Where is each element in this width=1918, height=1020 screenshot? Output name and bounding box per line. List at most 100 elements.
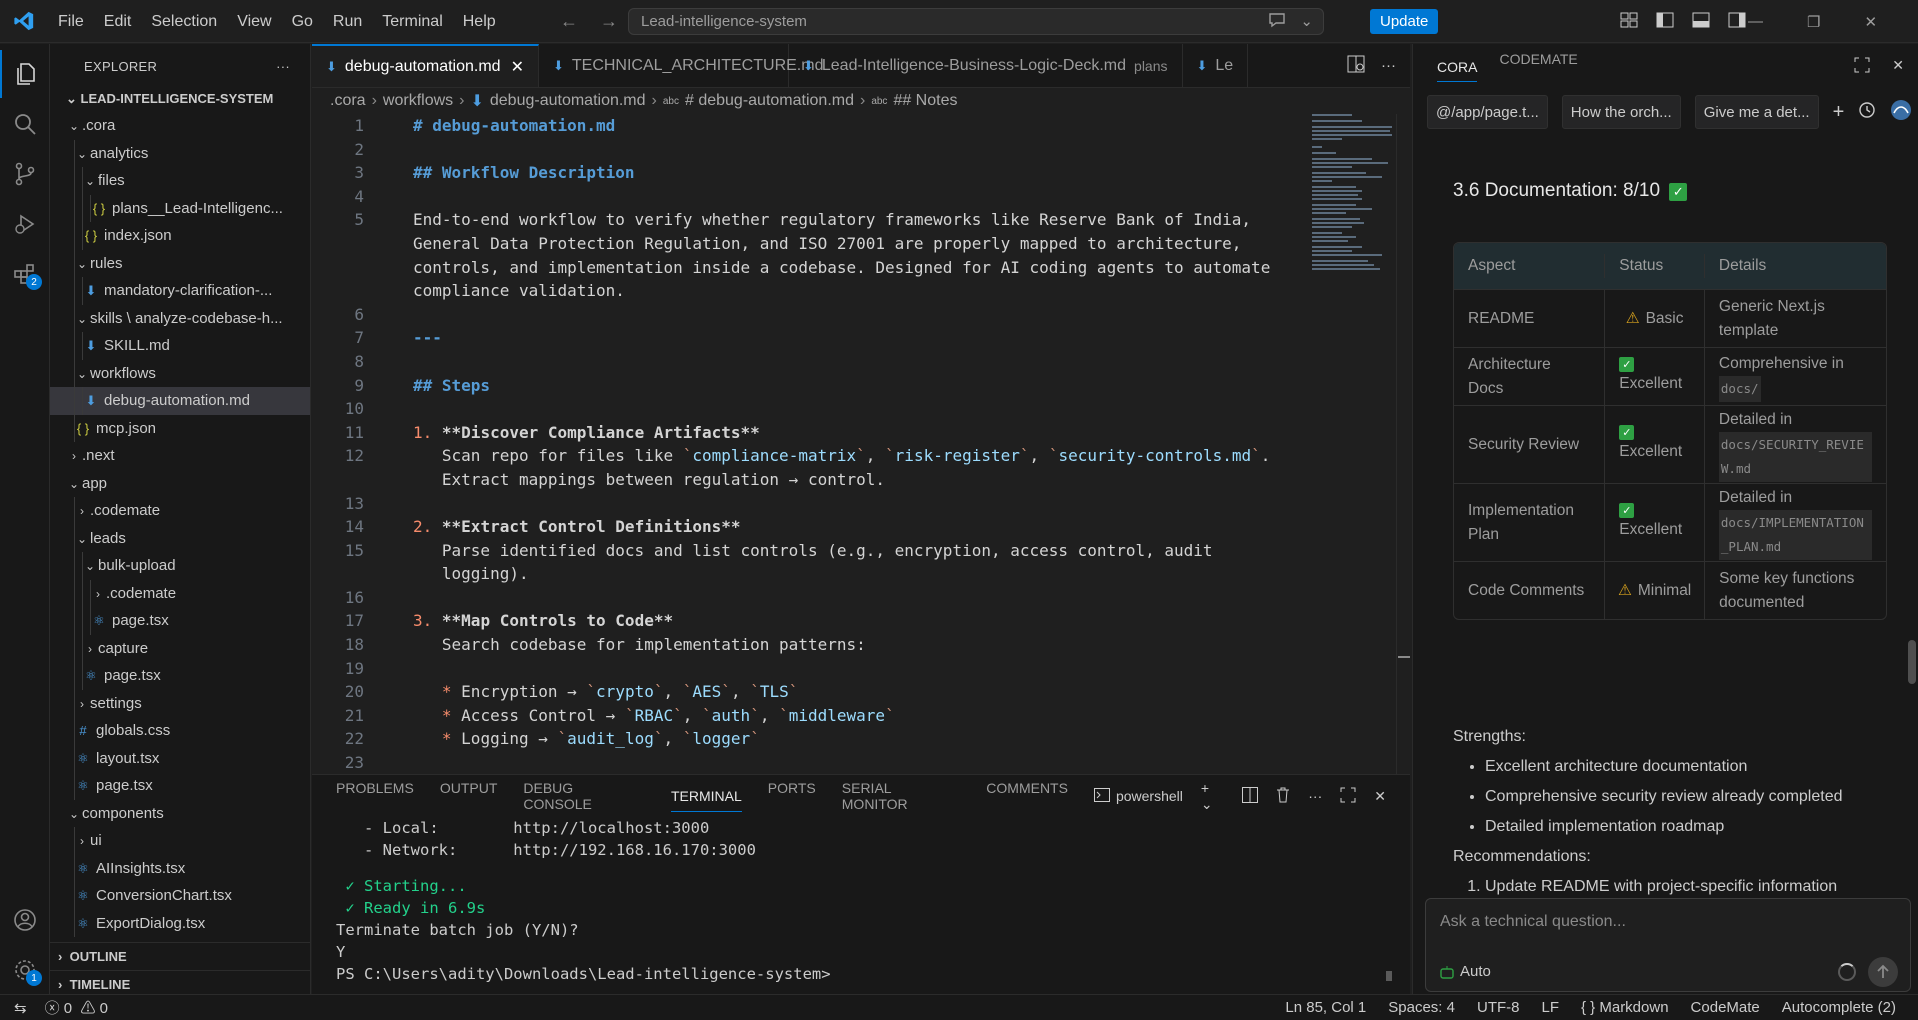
problems-indicator[interactable]: ⓧ 0 ⚠ 0: [45, 997, 108, 1018]
more-actions-icon[interactable]: ···: [1308, 788, 1322, 804]
account-icon[interactable]: [0, 896, 50, 944]
shell-label[interactable]: powershell: [1116, 788, 1183, 804]
run-debug-icon[interactable]: [0, 200, 50, 248]
toggle-secondary-sidebar-icon[interactable]: [1728, 12, 1746, 32]
tree-item[interactable]: › .next: [50, 442, 310, 470]
tree-item[interactable]: ⌄ workflows: [50, 359, 310, 387]
command-center[interactable]: Lead-intelligence-system ⌄: [628, 8, 1324, 35]
outline-section[interactable]: › OUTLINE: [50, 942, 310, 969]
panel-tab-debug-console[interactable]: DEBUG CONSOLE: [523, 780, 645, 812]
tree-item[interactable]: ⬇ SKILL.md: [50, 332, 310, 360]
search-icon[interactable]: [0, 100, 50, 148]
menu-file[interactable]: File: [48, 0, 94, 43]
split-terminal-icon[interactable]: [1242, 786, 1259, 806]
trash-icon[interactable]: [1276, 787, 1290, 806]
menu-view[interactable]: View: [227, 0, 281, 43]
more-actions-icon[interactable]: ···: [276, 59, 290, 74]
tree-item[interactable]: ⚛ ConversionChart.tsx: [50, 882, 310, 910]
remote-icon[interactable]: ⇆: [14, 999, 27, 1017]
extensions-icon[interactable]: 2: [0, 250, 50, 298]
panel-tab-terminal[interactable]: TERMINAL: [670, 788, 742, 812]
chat-tab-codemate[interactable]: CODEMATE: [1499, 51, 1577, 82]
panel-tab-serial-monitor[interactable]: SERIAL MONITOR: [842, 780, 961, 812]
tree-item[interactable]: ⌄ bulk-upload: [50, 552, 310, 580]
chat-input-placeholder[interactable]: Ask a technical question...: [1440, 913, 1626, 931]
chat-input-box[interactable]: Ask a technical question... Auto: [1425, 898, 1911, 992]
maximize-panel-icon[interactable]: [1340, 787, 1356, 806]
explorer-icon[interactable]: [0, 50, 50, 98]
tree-item[interactable]: ⚛ page.tsx: [50, 662, 310, 690]
status-item[interactable]: LF: [1541, 999, 1559, 1016]
tree-item[interactable]: ⌄ files: [50, 167, 310, 195]
source-control-icon[interactable]: [0, 150, 50, 198]
tree-item[interactable]: ⬇ mandatory-clarification-...: [50, 277, 310, 305]
terminal-output[interactable]: - Local: http://localhost:3000 - Network…: [312, 817, 1410, 985]
tree-item[interactable]: › settings: [50, 689, 310, 717]
minimize-icon[interactable]: —: [1748, 13, 1763, 30]
toggle-panel-icon[interactable]: [1692, 12, 1710, 32]
tree-item[interactable]: ⌄ rules: [50, 249, 310, 277]
tree-item[interactable]: ⌄ leads: [50, 524, 310, 552]
new-chat-icon[interactable]: +: [1833, 101, 1845, 124]
status-item[interactable]: Spaces: 4: [1388, 999, 1455, 1016]
menu-go[interactable]: Go: [282, 0, 323, 43]
more-actions-icon[interactable]: ···: [1381, 57, 1396, 74]
open-preview-icon[interactable]: [1347, 55, 1365, 77]
panel-tab-comments[interactable]: COMMENTS: [986, 780, 1068, 812]
context-chip[interactable]: How the orch...: [1561, 95, 1681, 129]
forward-arrow-icon[interactable]: →: [600, 11, 618, 32]
context-chip[interactable]: @/app/page.t...: [1427, 95, 1548, 129]
tree-item[interactable]: ⚛ page.tsx: [50, 607, 310, 635]
close-tab-icon[interactable]: ✕: [511, 57, 524, 77]
tree-item[interactable]: ⌄ components: [50, 800, 310, 828]
tree-item[interactable]: › capture: [50, 634, 310, 662]
tree-item[interactable]: ⌄ app: [50, 470, 310, 498]
tree-item[interactable]: ⚛ AIInsights.tsx: [50, 854, 310, 882]
chat-scrollbar[interactable]: [1908, 184, 1916, 924]
tree-item[interactable]: { } plans__Lead-Intelligenc...: [50, 194, 310, 222]
breadcrumb-item[interactable]: # debug-automation.md: [685, 92, 854, 110]
tree-item[interactable]: ⚛ page.tsx: [50, 772, 310, 800]
menu-edit[interactable]: Edit: [94, 0, 142, 43]
tree-item[interactable]: ⬇ debug-automation.md: [50, 387, 310, 415]
menu-terminal[interactable]: Terminal: [372, 0, 452, 43]
restore-icon[interactable]: ❐: [1807, 13, 1820, 31]
tree-item[interactable]: ⚛ ExportDialog.tsx: [50, 909, 310, 937]
tree-item[interactable]: ⌄ skills \ analyze-codebase-h...: [50, 304, 310, 332]
avatar[interactable]: [1890, 99, 1912, 125]
menu-help[interactable]: Help: [453, 0, 506, 43]
tab-lead-intelligence-business-logic-deck-md[interactable]: ⬇ Lead-Intelligence-Business-Logic-Deck.m…: [789, 44, 1183, 87]
menu-run[interactable]: Run: [323, 0, 372, 43]
panel-tab-problems[interactable]: PROBLEMS: [336, 780, 414, 812]
tree-item[interactable]: ⌄ analytics: [50, 139, 310, 167]
mode-selector[interactable]: Auto: [1440, 963, 1491, 980]
close-chat-icon[interactable]: ✕: [1892, 57, 1904, 76]
terminal-scrollbar[interactable]: [1386, 971, 1392, 981]
tree-item[interactable]: ⚛ layout.tsx: [50, 744, 310, 772]
editor-scrollbar[interactable]: [1396, 114, 1410, 774]
status-item[interactable]: Ln 85, Col 1: [1285, 999, 1366, 1016]
minimap[interactable]: [1312, 114, 1396, 674]
send-button[interactable]: [1868, 957, 1898, 987]
status-item[interactable]: UTF-8: [1477, 999, 1520, 1016]
tree-item[interactable]: # globals.css: [50, 717, 310, 745]
chat-tab-cora[interactable]: CORA: [1437, 59, 1478, 82]
chevron-down-icon[interactable]: ⌄: [1300, 12, 1313, 32]
tab-le[interactable]: ⬇ Le: [1183, 44, 1249, 87]
breadcrumb-item[interactable]: ## Notes: [893, 92, 957, 110]
tree-item[interactable]: › ui: [50, 827, 310, 855]
breadcrumb-item[interactable]: debug-automation.md: [490, 92, 646, 110]
menu-selection[interactable]: Selection: [141, 0, 227, 43]
panel-tab-output[interactable]: OUTPUT: [440, 780, 498, 812]
update-button[interactable]: Update: [1370, 9, 1439, 34]
chat-icon[interactable]: [1268, 12, 1286, 32]
status-item[interactable]: Autocomplete (2): [1782, 999, 1896, 1016]
tree-item[interactable]: { } index.json: [50, 222, 310, 250]
customize-layout-icon[interactable]: [1620, 12, 1638, 32]
history-icon[interactable]: [1858, 101, 1876, 123]
status-item[interactable]: CodeMate: [1691, 999, 1760, 1016]
context-chip[interactable]: Give me a det...: [1694, 95, 1819, 129]
back-arrow-icon[interactable]: ←: [560, 11, 578, 32]
panel-tab-ports[interactable]: PORTS: [768, 780, 816, 812]
settings-gear-icon[interactable]: 1: [0, 946, 50, 994]
